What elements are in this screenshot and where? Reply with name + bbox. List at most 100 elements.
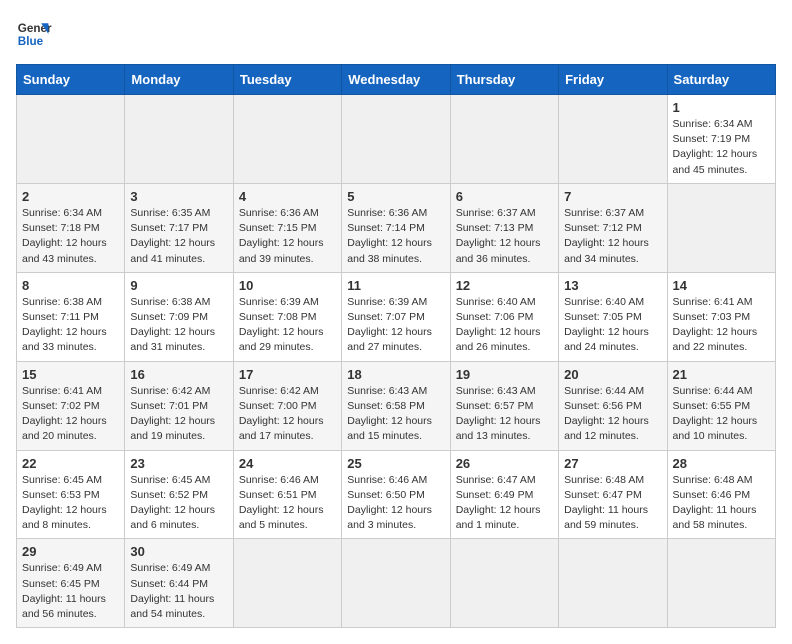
- calendar-cell: 26 Sunrise: 6:47 AMSunset: 6:49 PMDayligh…: [450, 450, 558, 539]
- day-info: Sunrise: 6:43 AMSunset: 6:58 PMDaylight:…: [347, 384, 444, 445]
- calendar-cell: 16 Sunrise: 6:42 AMSunset: 7:01 PMDayligh…: [125, 361, 233, 450]
- day-info: Sunrise: 6:40 AMSunset: 7:06 PMDaylight:…: [456, 295, 553, 356]
- calendar-week-3: 8 Sunrise: 6:38 AMSunset: 7:11 PMDaylight…: [17, 272, 776, 361]
- calendar-cell: 2 Sunrise: 6:34 AMSunset: 7:18 PMDaylight…: [17, 183, 125, 272]
- column-header-saturday: Saturday: [667, 65, 775, 95]
- day-info: Sunrise: 6:42 AMSunset: 7:01 PMDaylight:…: [130, 384, 227, 445]
- calendar-cell: [17, 95, 125, 184]
- calendar-cell: 19Sunrise: 6:43 AMSunset: 6:57 PMDayligh…: [450, 361, 558, 450]
- calendar-cell: 8 Sunrise: 6:38 AMSunset: 7:11 PMDaylight…: [17, 272, 125, 361]
- day-number: 20: [564, 367, 661, 382]
- calendar-cell: 9Sunrise: 6:38 AMSunset: 7:09 PMDaylight…: [125, 272, 233, 361]
- day-info: Sunrise: 6:41 AMSunset: 7:03 PMDaylight:…: [673, 295, 770, 356]
- day-info: Sunrise: 6:49 AMSunset: 6:45 PMDaylight:…: [22, 561, 119, 622]
- column-header-monday: Monday: [125, 65, 233, 95]
- calendar-week-6: 29 Sunrise: 6:49 AMSunset: 6:45 PMDayligh…: [17, 539, 776, 628]
- day-number: 16: [130, 367, 227, 382]
- calendar-cell: 27 Sunrise: 6:48 AMSunset: 6:47 PMDayligh…: [559, 450, 667, 539]
- day-info: Sunrise: 6:34 AMSunset: 7:18 PMDaylight:…: [22, 206, 119, 267]
- calendar-cell: 29 Sunrise: 6:49 AMSunset: 6:45 PMDayligh…: [17, 539, 125, 628]
- day-info: Sunrise: 6:48 AMSunset: 6:46 PMDaylight:…: [673, 473, 770, 534]
- calendar-body: 1 Sunrise: 6:34 AMSunset: 7:19 PMDaylight…: [17, 95, 776, 628]
- calendar-cell: 23 Sunrise: 6:45 AMSunset: 6:52 PMDayligh…: [125, 450, 233, 539]
- day-number: 1: [673, 100, 770, 115]
- calendar-cell: 3 Sunrise: 6:35 AMSunset: 7:17 PMDaylight…: [125, 183, 233, 272]
- day-number: 18: [347, 367, 444, 382]
- calendar-week-2: 2 Sunrise: 6:34 AMSunset: 7:18 PMDaylight…: [17, 183, 776, 272]
- calendar-cell: [667, 183, 775, 272]
- calendar-cell: [233, 95, 341, 184]
- calendar-cell: 30Sunrise: 6:49 AMSunset: 6:44 PMDayligh…: [125, 539, 233, 628]
- day-number: 2: [22, 189, 119, 204]
- day-info: Sunrise: 6:36 AMSunset: 7:15 PMDaylight:…: [239, 206, 336, 267]
- logo-icon: General Blue: [16, 16, 52, 52]
- day-number: 10: [239, 278, 336, 293]
- page-header: General Blue: [16, 16, 776, 52]
- calendar-cell: [450, 539, 558, 628]
- calendar-cell: 4 Sunrise: 6:36 AMSunset: 7:15 PMDaylight…: [233, 183, 341, 272]
- day-number: 6: [456, 189, 553, 204]
- column-header-sunday: Sunday: [17, 65, 125, 95]
- calendar-week-4: 15 Sunrise: 6:41 AMSunset: 7:02 PMDayligh…: [17, 361, 776, 450]
- day-number: 19: [456, 367, 553, 382]
- calendar-cell: [125, 95, 233, 184]
- day-number: 23: [130, 456, 227, 471]
- calendar-cell: 20 Sunrise: 6:44 AMSunset: 6:56 PMDayligh…: [559, 361, 667, 450]
- calendar-cell: 25Sunrise: 6:46 AMSunset: 6:50 PMDayligh…: [342, 450, 450, 539]
- calendar-cell: 10Sunrise: 6:39 AMSunset: 7:08 PMDayligh…: [233, 272, 341, 361]
- day-number: 30: [130, 544, 227, 559]
- day-number: 11: [347, 278, 444, 293]
- day-number: 29: [22, 544, 119, 559]
- calendar-cell: [450, 95, 558, 184]
- day-number: 28: [673, 456, 770, 471]
- calendar-cell: 1 Sunrise: 6:34 AMSunset: 7:19 PMDaylight…: [667, 95, 775, 184]
- day-number: 4: [239, 189, 336, 204]
- calendar-cell: 14Sunrise: 6:41 AMSunset: 7:03 PMDayligh…: [667, 272, 775, 361]
- calendar-header-row: SundayMondayTuesdayWednesdayThursdayFrid…: [17, 65, 776, 95]
- day-info: Sunrise: 6:45 AMSunset: 6:52 PMDaylight:…: [130, 473, 227, 534]
- day-info: Sunrise: 6:48 AMSunset: 6:47 PMDaylight:…: [564, 473, 661, 534]
- column-header-thursday: Thursday: [450, 65, 558, 95]
- day-info: Sunrise: 6:35 AMSunset: 7:17 PMDaylight:…: [130, 206, 227, 267]
- calendar-week-1: 1 Sunrise: 6:34 AMSunset: 7:19 PMDaylight…: [17, 95, 776, 184]
- day-number: 15: [22, 367, 119, 382]
- day-number: 13: [564, 278, 661, 293]
- day-info: Sunrise: 6:38 AMSunset: 7:11 PMDaylight:…: [22, 295, 119, 356]
- day-info: Sunrise: 6:34 AMSunset: 7:19 PMDaylight:…: [673, 117, 770, 178]
- calendar-cell: 17 Sunrise: 6:42 AMSunset: 7:00 PMDayligh…: [233, 361, 341, 450]
- calendar-cell: [559, 95, 667, 184]
- logo: General Blue: [16, 16, 52, 52]
- day-info: Sunrise: 6:36 AMSunset: 7:14 PMDaylight:…: [347, 206, 444, 267]
- day-number: 27: [564, 456, 661, 471]
- calendar-cell: 15 Sunrise: 6:41 AMSunset: 7:02 PMDayligh…: [17, 361, 125, 450]
- day-info: Sunrise: 6:40 AMSunset: 7:05 PMDaylight:…: [564, 295, 661, 356]
- day-info: Sunrise: 6:41 AMSunset: 7:02 PMDaylight:…: [22, 384, 119, 445]
- day-info: Sunrise: 6:45 AMSunset: 6:53 PMDaylight:…: [22, 473, 119, 534]
- calendar-cell: [667, 539, 775, 628]
- day-number: 22: [22, 456, 119, 471]
- calendar-cell: [233, 539, 341, 628]
- day-info: Sunrise: 6:46 AMSunset: 6:50 PMDaylight:…: [347, 473, 444, 534]
- calendar-cell: [342, 95, 450, 184]
- day-info: Sunrise: 6:38 AMSunset: 7:09 PMDaylight:…: [130, 295, 227, 356]
- day-number: 8: [22, 278, 119, 293]
- day-number: 17: [239, 367, 336, 382]
- day-info: Sunrise: 6:42 AMSunset: 7:00 PMDaylight:…: [239, 384, 336, 445]
- calendar-table: SundayMondayTuesdayWednesdayThursdayFrid…: [16, 64, 776, 628]
- day-number: 5: [347, 189, 444, 204]
- calendar-week-5: 22 Sunrise: 6:45 AMSunset: 6:53 PMDayligh…: [17, 450, 776, 539]
- day-number: 7: [564, 189, 661, 204]
- day-info: Sunrise: 6:44 AMSunset: 6:56 PMDaylight:…: [564, 384, 661, 445]
- day-number: 3: [130, 189, 227, 204]
- day-info: Sunrise: 6:46 AMSunset: 6:51 PMDaylight:…: [239, 473, 336, 534]
- calendar-cell: 28 Sunrise: 6:48 AMSunset: 6:46 PMDayligh…: [667, 450, 775, 539]
- calendar-cell: 12Sunrise: 6:40 AMSunset: 7:06 PMDayligh…: [450, 272, 558, 361]
- day-info: Sunrise: 6:37 AMSunset: 7:12 PMDaylight:…: [564, 206, 661, 267]
- day-info: Sunrise: 6:37 AMSunset: 7:13 PMDaylight:…: [456, 206, 553, 267]
- calendar-cell: 18 Sunrise: 6:43 AMSunset: 6:58 PMDayligh…: [342, 361, 450, 450]
- day-info: Sunrise: 6:47 AMSunset: 6:49 PMDaylight:…: [456, 473, 553, 534]
- calendar-cell: 11Sunrise: 6:39 AMSunset: 7:07 PMDayligh…: [342, 272, 450, 361]
- day-number: 26: [456, 456, 553, 471]
- calendar-cell: 5 Sunrise: 6:36 AMSunset: 7:14 PMDaylight…: [342, 183, 450, 272]
- calendar-cell: 22 Sunrise: 6:45 AMSunset: 6:53 PMDayligh…: [17, 450, 125, 539]
